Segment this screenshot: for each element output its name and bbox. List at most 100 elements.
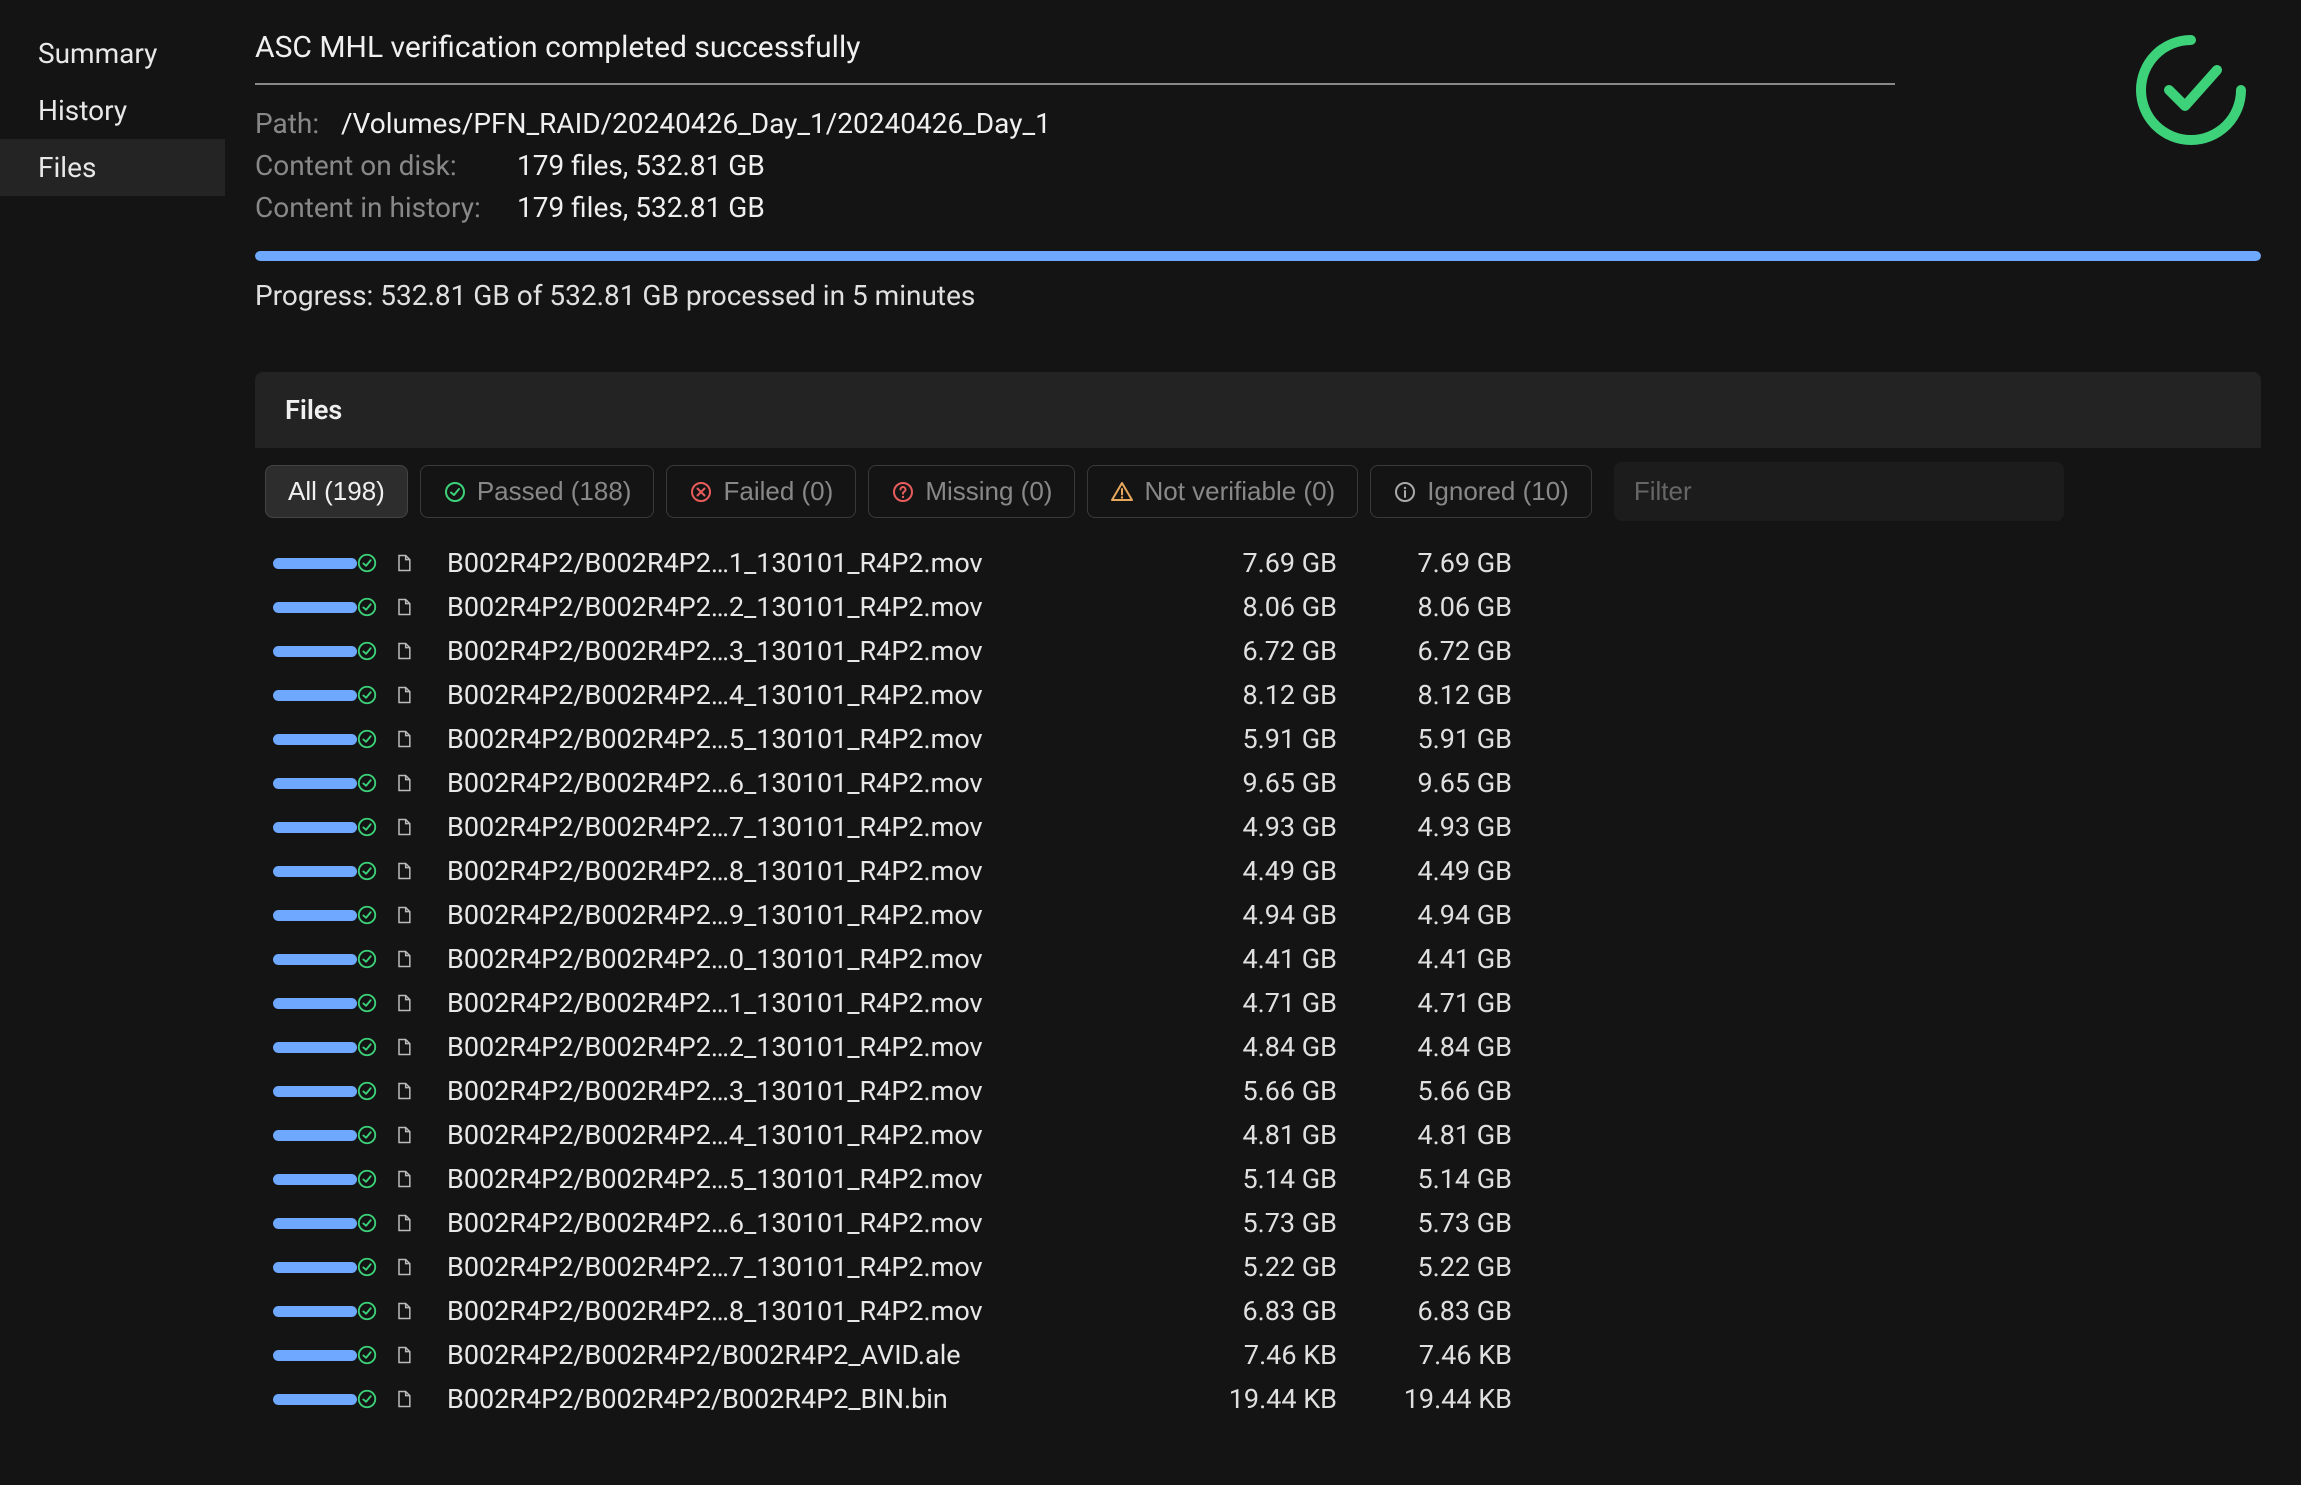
file-icon bbox=[387, 684, 427, 706]
filter-missing-label: Missing (0) bbox=[925, 476, 1052, 507]
file-size-1: 8.12 GB bbox=[1167, 679, 1337, 711]
file-icon bbox=[387, 640, 427, 662]
file-name: B002R4P2/B002R4P2…5_130101_R4P2.mov bbox=[427, 723, 1167, 755]
filter-all-button[interactable]: All (198) bbox=[265, 465, 408, 518]
file-icon bbox=[387, 552, 427, 574]
file-size-2: 7.46 KB bbox=[1337, 1339, 1512, 1371]
file-size-1: 6.72 GB bbox=[1167, 635, 1337, 667]
file-progress bbox=[255, 954, 347, 965]
file-name: B002R4P2/B002R4P2…7_130101_R4P2.mov bbox=[427, 811, 1167, 843]
app-root: SummaryHistoryFiles ASC MHL verification… bbox=[0, 0, 2301, 1485]
file-icon bbox=[387, 992, 427, 1014]
file-row[interactable]: B002R4P2/B002R4P2…5_130101_R4P2.mov 5.91 … bbox=[255, 717, 2261, 761]
file-progress bbox=[255, 690, 347, 701]
file-size-1: 7.69 GB bbox=[1167, 547, 1337, 579]
file-name: B002R4P2/B002R4P2…4_130101_R4P2.mov bbox=[427, 1119, 1167, 1151]
sidebar-item-history[interactable]: History bbox=[0, 82, 225, 139]
check-circle-icon bbox=[347, 552, 387, 574]
filter-missing-button[interactable]: Missing (0) bbox=[868, 465, 1075, 518]
file-row[interactable]: B002R4P2/B002R4P2…4_130101_R4P2.mov4.81 … bbox=[255, 1113, 2261, 1157]
file-name: B002R4P2/B002R4P2…8_130101_R4P2.mov bbox=[427, 855, 1167, 887]
filter-ignored-button[interactable]: Ignored (10) bbox=[1370, 465, 1592, 518]
file-size-2: 5.73 GB bbox=[1337, 1207, 1512, 1239]
info-circle-icon bbox=[1393, 480, 1417, 504]
file-row[interactable]: B002R4P2/B002R4P2…6_130101_R4P2.mov5.73 … bbox=[255, 1201, 2261, 1245]
file-row[interactable]: B002R4P2/B002R4P2…1_130101_R4P2.mov4.71 … bbox=[255, 981, 2261, 1025]
file-size-2: 7.69 GB bbox=[1337, 547, 1512, 579]
file-size-2: 5.66 GB bbox=[1337, 1075, 1512, 1107]
filter-not-verifiable-button[interactable]: Not verifiable (0) bbox=[1087, 465, 1358, 518]
file-progress bbox=[255, 1306, 347, 1317]
file-size-1: 4.41 GB bbox=[1167, 943, 1337, 975]
file-row[interactable]: B002R4P2/B002R4P2…6_130101_R4P2.mov9.65 … bbox=[255, 761, 2261, 805]
file-icon bbox=[387, 1344, 427, 1366]
file-progress bbox=[255, 1394, 347, 1405]
file-row[interactable]: B002R4P2/B002R4P2…0_130101_R4P2.mov4.41 … bbox=[255, 937, 2261, 981]
file-size-1: 5.22 GB bbox=[1167, 1251, 1337, 1283]
file-progress bbox=[255, 998, 347, 1009]
sidebar-item-files[interactable]: Files bbox=[0, 139, 225, 196]
file-progress bbox=[255, 558, 347, 569]
file-row[interactable]: B002R4P2/B002R4P2…3_130101_R4P2.mov6.72 … bbox=[255, 629, 2261, 673]
check-circle-icon bbox=[347, 948, 387, 970]
filter-passed-button[interactable]: Passed (188) bbox=[420, 465, 655, 518]
file-name: B002R4P2/B002R4P2…2_130101_R4P2.mov bbox=[427, 1031, 1167, 1063]
file-size-2: 5.91 GB bbox=[1337, 723, 1512, 755]
file-icon bbox=[387, 1388, 427, 1410]
file-size-1: 8.06 GB bbox=[1167, 591, 1337, 623]
path-line: Path: /Volumes/PFN_RAID/20240426_Day_1/2… bbox=[255, 103, 1895, 145]
file-row[interactable]: B002R4P2/B002R4P2…3_130101_R4P2.mov5.66 … bbox=[255, 1069, 2261, 1113]
file-size-2: 8.06 GB bbox=[1337, 591, 1512, 623]
file-icon bbox=[387, 816, 427, 838]
file-row[interactable]: B002R4P2/B002R4P2…8_130101_R4P2.mov6.83 … bbox=[255, 1289, 2261, 1333]
sidebar-item-summary[interactable]: Summary bbox=[0, 25, 225, 82]
sidebar: SummaryHistoryFiles bbox=[0, 0, 225, 1485]
file-row[interactable]: B002R4P2/B002R4P2…7_130101_R4P2.mov5.22 … bbox=[255, 1245, 2261, 1289]
file-progress bbox=[255, 1042, 347, 1053]
filter-all-label: All (198) bbox=[288, 476, 385, 507]
files-section: Files All (198) Passed (188) Failed (0) bbox=[255, 372, 2261, 1421]
file-row[interactable]: B002R4P2/B002R4P2…4_130101_R4P2.mov8.12 … bbox=[255, 673, 2261, 717]
file-size-1: 19.44 KB bbox=[1167, 1383, 1337, 1415]
content-disk-value: 179 files, 532.81 GB bbox=[517, 145, 765, 187]
progress-text: Progress: 532.81 GB of 532.81 GB process… bbox=[255, 279, 2261, 312]
file-size-1: 5.66 GB bbox=[1167, 1075, 1337, 1107]
file-row[interactable]: B002R4P2/B002R4P2…1_130101_R4P2.mov7.69 … bbox=[255, 541, 2261, 585]
warning-triangle-icon bbox=[1110, 480, 1134, 504]
file-name: B002R4P2/B002R4P2/B002R4P2_BIN.bin bbox=[427, 1383, 1167, 1415]
file-size-2: 4.41 GB bbox=[1337, 943, 1512, 975]
file-row[interactable]: B002R4P2/B002R4P2…2_130101_R4P2.mov4.84 … bbox=[255, 1025, 2261, 1069]
file-name: B002R4P2/B002R4P2…5_130101_R4P2.mov bbox=[427, 1163, 1167, 1195]
file-progress bbox=[255, 1218, 347, 1229]
file-progress bbox=[255, 1086, 347, 1097]
file-row[interactable]: B002R4P2/B002R4P2…2_130101_R4P2.mov8.06 … bbox=[255, 585, 2261, 629]
filter-passed-label: Passed (188) bbox=[477, 476, 632, 507]
file-size-1: 5.14 GB bbox=[1167, 1163, 1337, 1195]
filter-not-verifiable-label: Not verifiable (0) bbox=[1144, 476, 1335, 507]
content-history-line: Content in history: 179 files, 532.81 GB bbox=[255, 187, 1895, 229]
file-row[interactable]: B002R4P2/B002R4P2…9_130101_R4P2.mov4.94 … bbox=[255, 893, 2261, 937]
success-check-icon bbox=[2131, 30, 2251, 150]
file-row[interactable]: B002R4P2/B002R4P2…7_130101_R4P2.mov4.93 … bbox=[255, 805, 2261, 849]
file-size-1: 4.84 GB bbox=[1167, 1031, 1337, 1063]
filter-input[interactable] bbox=[1614, 462, 2064, 521]
file-row[interactable]: B002R4P2/B002R4P2…8_130101_R4P2.mov 4.49 … bbox=[255, 849, 2261, 893]
file-size-2: 19.44 KB bbox=[1337, 1383, 1512, 1415]
file-size-2: 4.49 GB bbox=[1337, 855, 1512, 887]
file-row[interactable]: B002R4P2/B002R4P2…5_130101_R4P2.mov5.14 … bbox=[255, 1157, 2261, 1201]
file-progress bbox=[255, 734, 347, 745]
file-size-2: 4.94 GB bbox=[1337, 899, 1512, 931]
file-icon bbox=[387, 596, 427, 618]
file-size-2: 8.12 GB bbox=[1337, 679, 1512, 711]
file-size-2: 4.71 GB bbox=[1337, 987, 1512, 1019]
file-icon bbox=[387, 1300, 427, 1322]
file-icon bbox=[387, 1256, 427, 1278]
filter-ignored-label: Ignored (10) bbox=[1427, 476, 1569, 507]
file-name: B002R4P2/B002R4P2…1_130101_R4P2.mov bbox=[427, 547, 1167, 579]
file-icon bbox=[387, 1080, 427, 1102]
file-row[interactable]: B002R4P2/B002R4P2/B002R4P2_BIN.bin19.44 … bbox=[255, 1377, 2261, 1421]
header: ASC MHL verification completed successfu… bbox=[255, 30, 1895, 229]
check-circle-icon bbox=[347, 684, 387, 706]
file-row[interactable]: B002R4P2/B002R4P2/B002R4P2_AVID.ale7.46 … bbox=[255, 1333, 2261, 1377]
filter-failed-button[interactable]: Failed (0) bbox=[666, 465, 856, 518]
